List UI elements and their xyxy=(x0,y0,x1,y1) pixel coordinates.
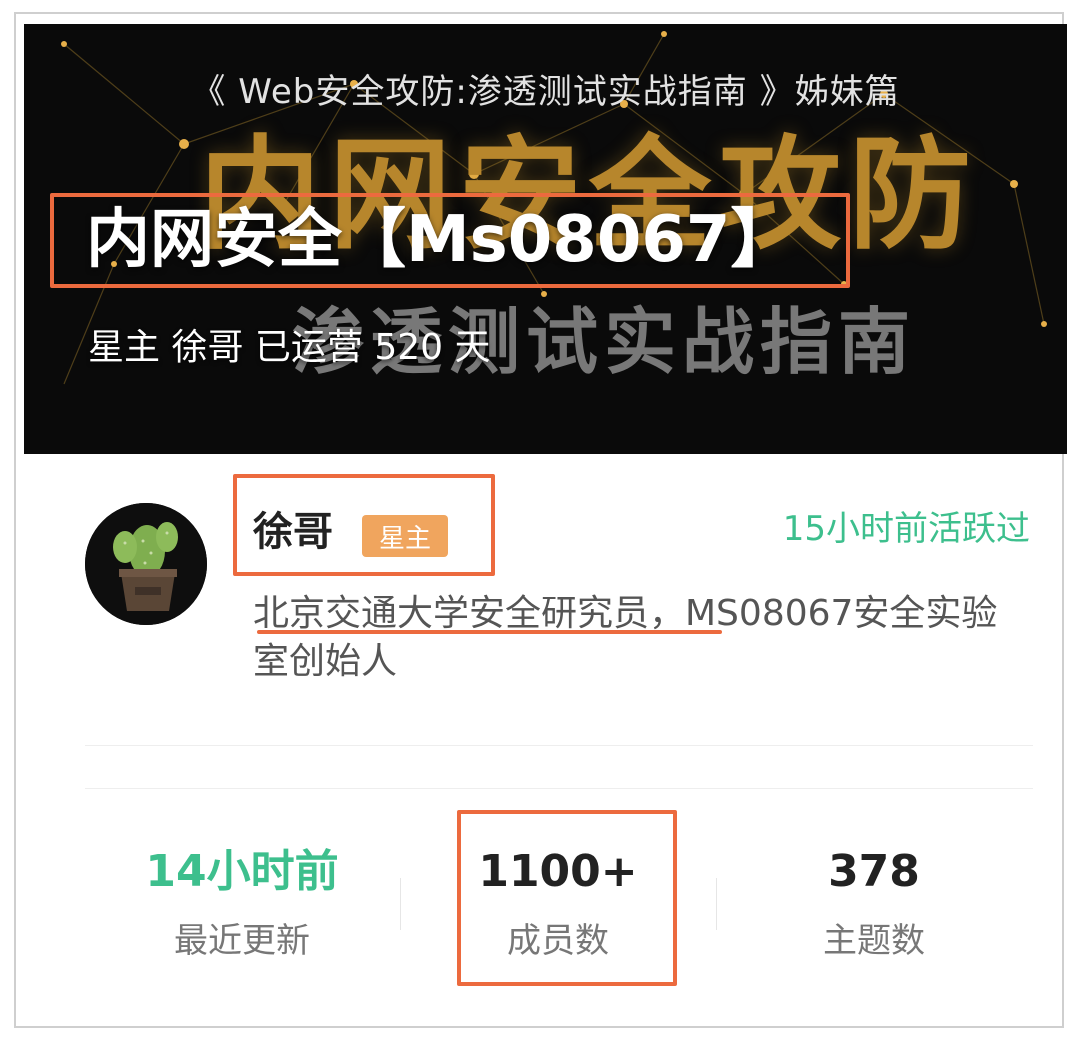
section-divider xyxy=(85,745,1033,746)
stat-last-update: 14小时前 最近更新 xyxy=(92,846,392,961)
group-meta: 星主 徐哥 已运营 520 天 xyxy=(88,327,491,368)
highlight-box-owner xyxy=(233,474,495,576)
section-divider xyxy=(85,788,1033,789)
stat-label: 最近更新 xyxy=(174,921,310,961)
stat-separator xyxy=(716,878,717,930)
last-active-status: 15小时前活跃过 xyxy=(782,509,1030,549)
stat-value: 14小时前 xyxy=(145,846,339,897)
owner-bio: 北京交通大学安全研究员，MS08067安全实验室创始人 xyxy=(253,593,998,682)
highlight-underline-bio xyxy=(257,630,722,634)
banner-subtitle: 《 Web安全攻防:渗透测试实战指南 》姊妹篇 xyxy=(191,72,900,112)
stat-label: 主题数 xyxy=(823,921,925,961)
cactus-icon xyxy=(85,503,207,625)
highlight-box-members xyxy=(457,810,677,986)
stat-separator xyxy=(400,878,401,930)
stat-topic-count[interactable]: 378 主题数 xyxy=(724,846,1024,961)
avatar[interactable] xyxy=(85,503,207,625)
stat-value: 378 xyxy=(828,846,920,897)
highlight-box-title xyxy=(50,193,850,288)
